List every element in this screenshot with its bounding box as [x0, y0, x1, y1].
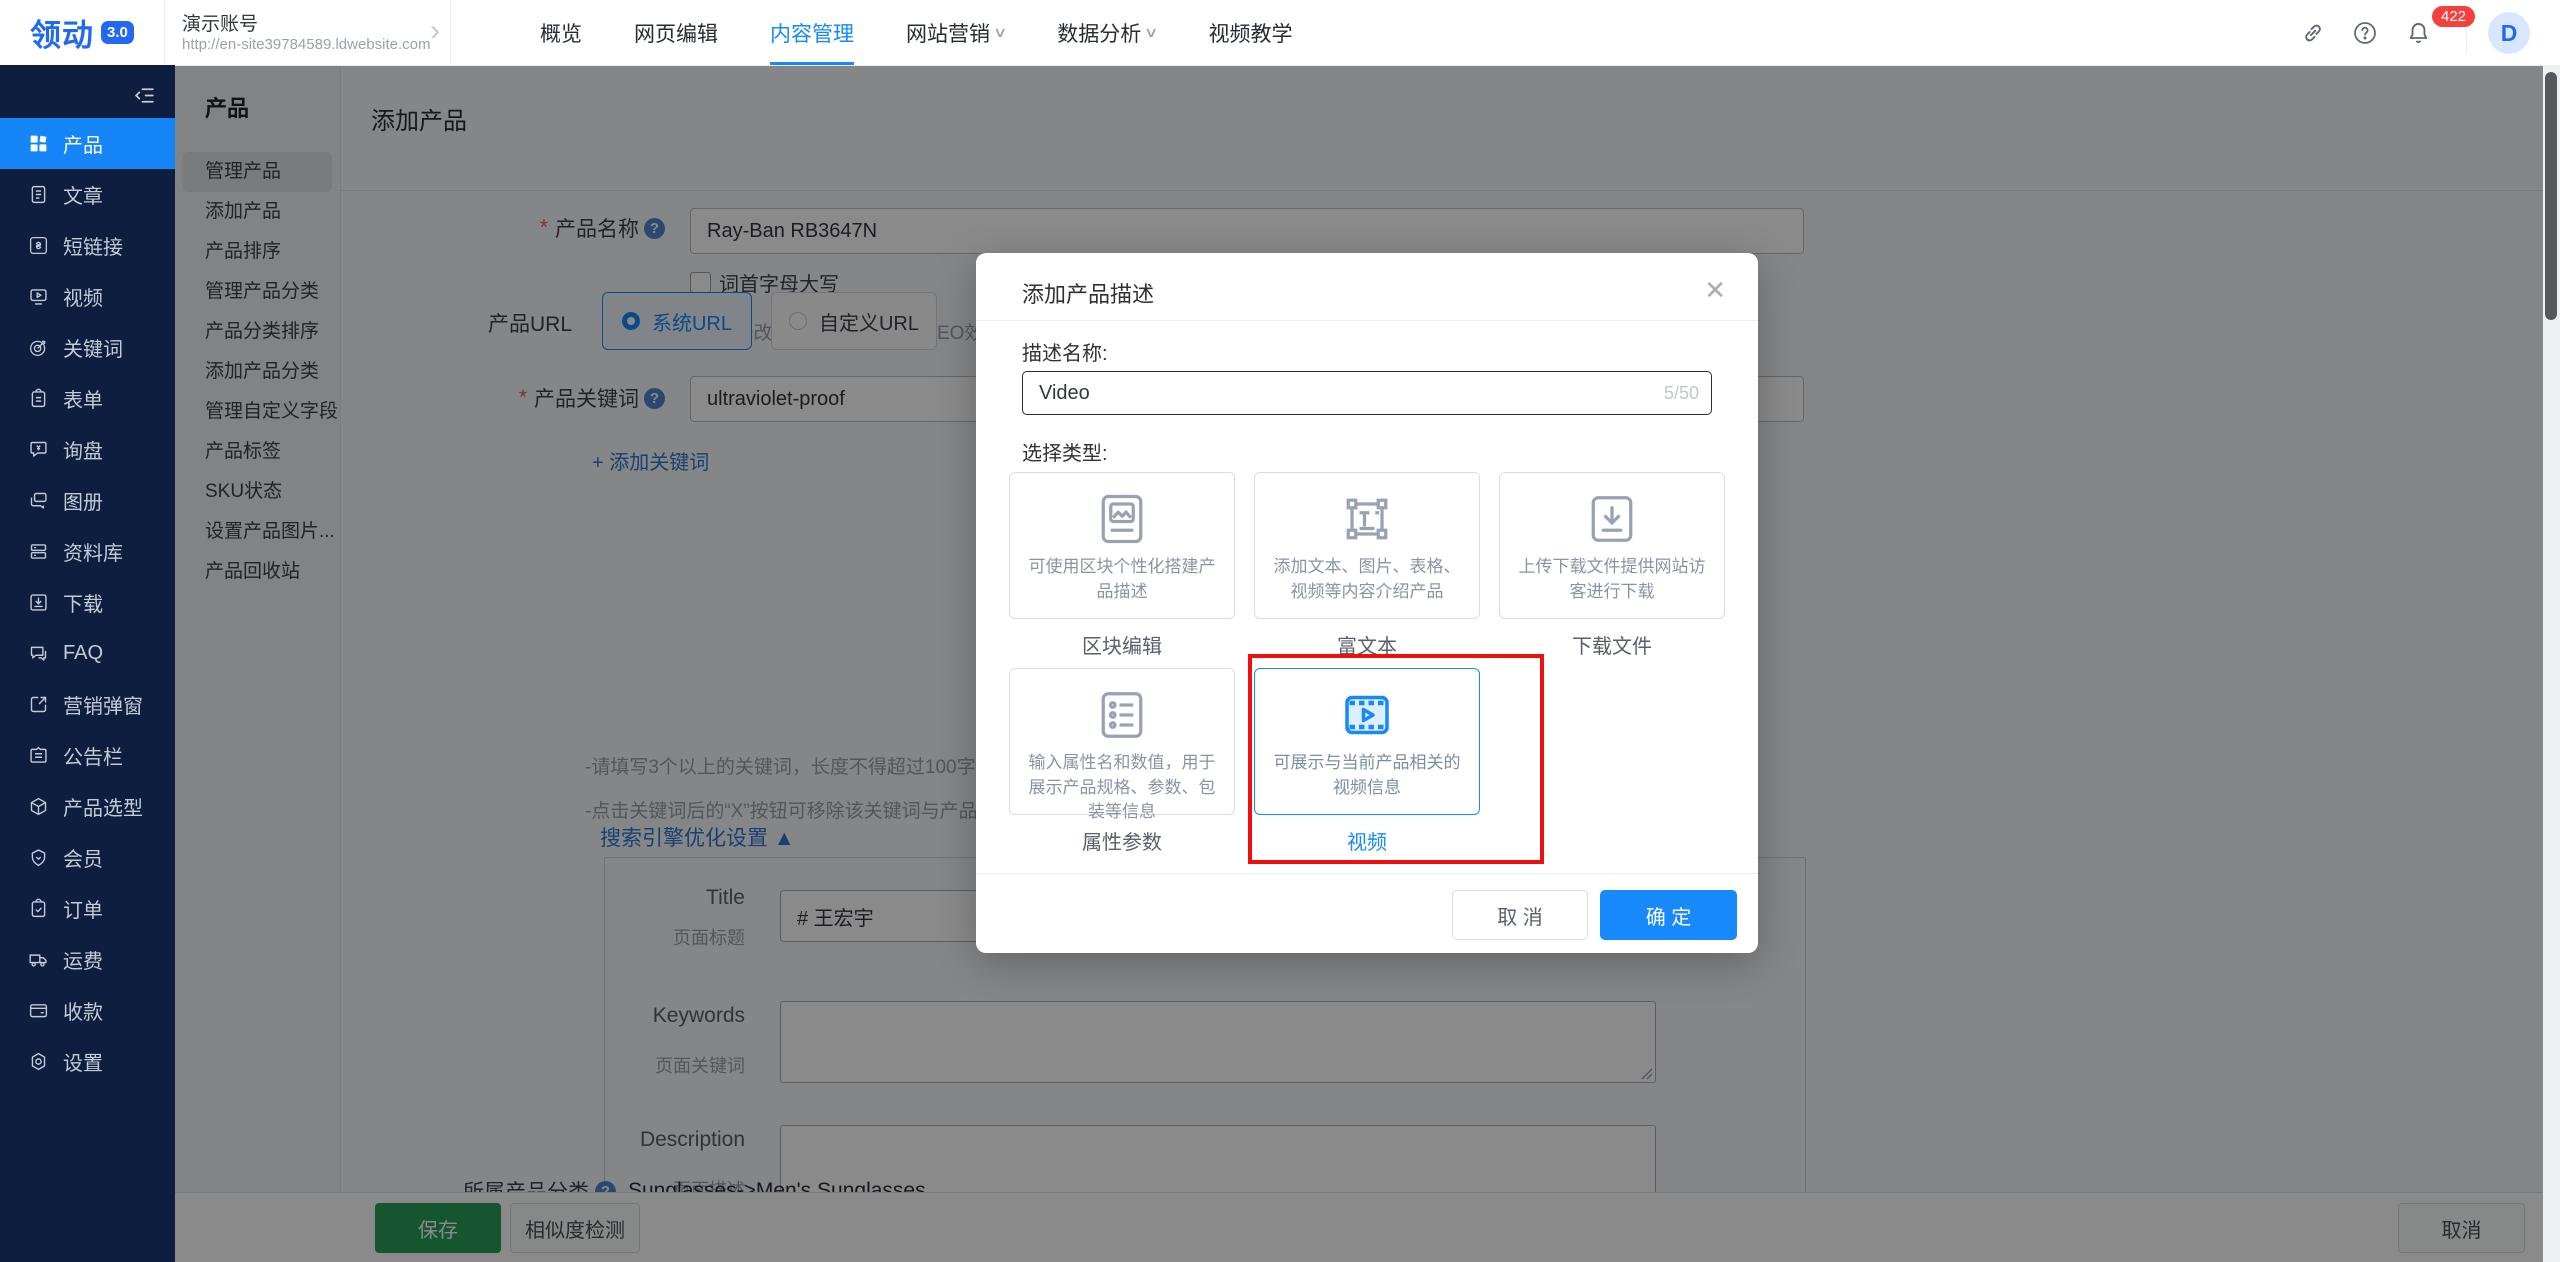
type-card-attributes[interactable]: 输入属性名和数值，用于展示产品规格、参数、包装等信息 — [1009, 668, 1235, 815]
select-type-label: 选择类型: — [1022, 437, 1108, 466]
close-icon[interactable]: ✕ — [1704, 275, 1726, 306]
sidebar-item-short-links[interactable]: 短链接 — [0, 220, 175, 271]
type-option-download-file: 上传下载文件提供网站访客进行下载 下载文件 — [1499, 472, 1725, 659]
divider — [976, 873, 1758, 874]
scrollbar-thumb[interactable] — [2545, 72, 2557, 320]
nav-overview[interactable]: 概览 — [540, 0, 582, 65]
annotation-rectangle — [1248, 654, 1544, 864]
top-header: 领动 3.0 演示账号 http://en-site39784589.ldweb… — [0, 0, 2560, 66]
type-card-download-file[interactable]: 上传下载文件提供网站访客进行下载 — [1499, 472, 1725, 619]
type-card-block-edit[interactable]: 可使用区块个性化搭建产品描述 — [1009, 472, 1235, 619]
sidebar-item-product-selector[interactable]: 产品选型 — [0, 781, 175, 832]
announcement-icon — [28, 745, 49, 766]
album-icon — [28, 490, 49, 511]
modal-cancel-button[interactable]: 取 消 — [1452, 890, 1588, 940]
truck-icon — [28, 949, 49, 970]
description-name-label: 描述名称: — [1022, 337, 1108, 366]
modal-confirm-button[interactable]: 确 定 — [1600, 890, 1737, 940]
modal-title: 添加产品描述 — [1022, 277, 1154, 309]
notification-count-badge: 422 — [2432, 6, 2475, 27]
notification-bell-icon[interactable] — [2405, 20, 2432, 47]
chevron-down-icon: ∨ — [1144, 24, 1158, 41]
cube-icon — [28, 796, 49, 817]
link-icon[interactable] — [2300, 20, 2326, 46]
member-badge-icon — [28, 847, 49, 868]
popup-icon — [28, 694, 49, 715]
user-avatar[interactable]: D — [2488, 12, 2530, 54]
sidebar-item-inquiries[interactable]: 询盘 — [0, 424, 175, 475]
inquiry-icon — [28, 439, 49, 460]
sidebar-item-forms[interactable]: 表单 — [0, 373, 175, 424]
products-icon — [28, 133, 49, 154]
download-file-icon — [1582, 489, 1642, 549]
account-url: http://en-site39784589.ldwebsite.com — [182, 36, 431, 53]
sidebar-item-products[interactable]: 产品 — [0, 118, 175, 169]
divider — [450, 0, 451, 65]
char-counter: 5/50 — [1664, 383, 1699, 404]
account-switcher[interactable]: 演示账号 http://en-site39784589.ldwebsite.co… — [182, 0, 450, 65]
account-name: 演示账号 — [182, 9, 258, 36]
sidebar-item-settings[interactable]: 设置 — [0, 1036, 175, 1087]
divider — [164, 0, 165, 65]
help-icon[interactable] — [2352, 20, 2378, 46]
type-card-rich-text[interactable]: 添加文本、图片、表格、视频等内容介绍产品 — [1254, 472, 1480, 619]
gear-icon — [28, 1051, 49, 1072]
type-option-attributes: 输入属性名和数值，用于展示产品规格、参数、包装等信息 属性参数 — [1009, 668, 1235, 855]
sidebar-item-orders[interactable]: 订单 — [0, 883, 175, 934]
chevron-right-icon: › — [430, 14, 440, 48]
sidebar-item-faq[interactable]: FAQ — [0, 628, 175, 679]
video-icon — [28, 286, 49, 307]
sidebar-item-marketing-popup[interactable]: 营销弹窗 — [0, 679, 175, 730]
app-root: 添加产品 * 产品名称 ? 词首字母大写 -频繁修改产品名称直接影响SEO效果，… — [0, 0, 2560, 1262]
sidebar-item-keywords[interactable]: 关键词 — [0, 322, 175, 373]
rich-text-icon — [1337, 489, 1397, 549]
app-logo: 领动 3.0 — [30, 0, 134, 65]
type-option-block-edit: 可使用区块个性化搭建产品描述 区块编辑 — [1009, 472, 1235, 659]
sidebar-item-albums[interactable]: 图册 — [0, 475, 175, 526]
chevron-down-icon: ∨ — [993, 24, 1007, 41]
description-name-input-wrap: 5/50 — [1022, 371, 1712, 415]
download-icon — [28, 592, 49, 613]
logo-text: 领动 — [30, 10, 94, 55]
type-option-rich-text: 添加文本、图片、表格、视频等内容介绍产品 富文本 — [1254, 472, 1480, 659]
library-icon — [28, 541, 49, 562]
form-icon — [28, 388, 49, 409]
primary-sidebar: 产品 文章 短链接 视频 关键词 表单 — [0, 65, 175, 1262]
divider — [976, 320, 1758, 321]
sidebar-item-payments[interactable]: 收款 — [0, 985, 175, 1036]
sidebar-item-members[interactable]: 会员 — [0, 832, 175, 883]
article-icon — [28, 184, 49, 205]
sidebar-item-videos[interactable]: 视频 — [0, 271, 175, 322]
sidebar-menu: 产品 文章 短链接 视频 关键词 表单 — [0, 118, 175, 1087]
nav-page-editor[interactable]: 网页编辑 — [634, 0, 718, 65]
nav-content-management[interactable]: 内容管理 — [770, 0, 854, 65]
keyword-target-icon — [28, 337, 49, 358]
wallet-icon — [28, 1000, 49, 1021]
type-label-block-edit: 区块编辑 — [1009, 630, 1235, 659]
sidebar-item-downloads[interactable]: 下载 — [0, 577, 175, 628]
attribute-list-icon — [1092, 685, 1152, 745]
nav-video-tutorial[interactable]: 视频教学 — [1209, 0, 1293, 65]
type-label-attributes: 属性参数 — [1009, 826, 1235, 855]
short-link-icon — [28, 235, 49, 256]
block-edit-icon — [1092, 489, 1152, 549]
sidebar-item-freight[interactable]: 运费 — [0, 934, 175, 985]
sidebar-item-articles[interactable]: 文章 — [0, 169, 175, 220]
logo-version-badge: 3.0 — [101, 21, 134, 44]
main-nav: 概览 网页编辑 内容管理 网站营销∨ 数据分析∨ 视频教学 — [540, 0, 1293, 65]
nav-site-marketing[interactable]: 网站营销∨ — [906, 0, 1005, 65]
order-icon — [28, 898, 49, 919]
sidebar-item-library[interactable]: 资料库 — [0, 526, 175, 577]
nav-data-analysis[interactable]: 数据分析∨ — [1057, 0, 1156, 65]
sidebar-item-announcement[interactable]: 公告栏 — [0, 730, 175, 781]
collapse-sidebar-icon[interactable] — [132, 83, 157, 108]
description-name-input[interactable] — [1037, 381, 1697, 406]
faq-icon — [28, 643, 49, 664]
scrollbar-track[interactable] — [2543, 65, 2560, 1262]
